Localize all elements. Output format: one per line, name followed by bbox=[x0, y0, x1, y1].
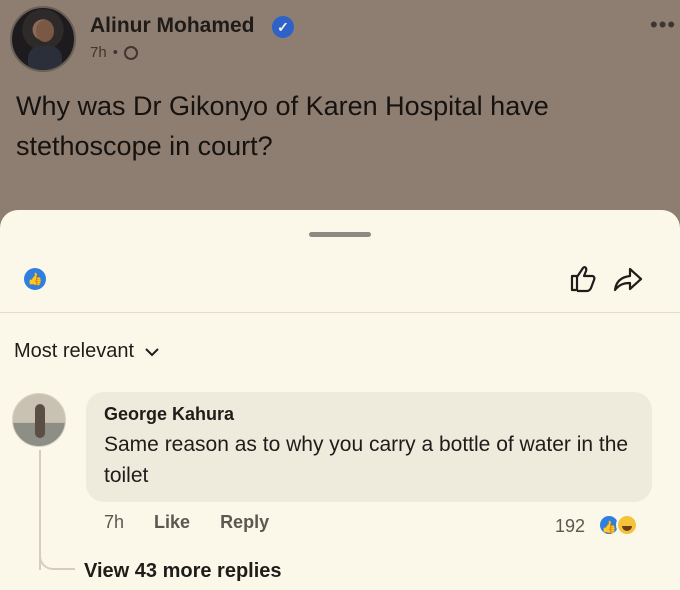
comment-bubble: George Kahura Same reason as to why you … bbox=[86, 392, 652, 502]
comment-time: 7h bbox=[104, 512, 125, 532]
sort-dropdown[interactable]: Most relevant bbox=[14, 340, 160, 363]
thread-connector bbox=[39, 540, 75, 570]
chevron-down-icon bbox=[145, 347, 159, 356]
reply-button[interactable]: Reply bbox=[220, 512, 269, 533]
like-button[interactable]: Like bbox=[154, 512, 190, 533]
avatar-figure bbox=[35, 404, 45, 438]
post-text: Why was Dr Gikonyo of Karen Hospital hav… bbox=[16, 91, 549, 161]
reaction-count[interactable]: 192 bbox=[555, 516, 585, 537]
comments-sheet: 👍 Most relevant George Kahura Same reaso… bbox=[0, 210, 680, 590]
haha-reaction-icon[interactable] bbox=[616, 514, 638, 536]
meta-separator: • bbox=[112, 44, 118, 61]
commenter-name[interactable]: George Kahura bbox=[104, 404, 634, 425]
comment-text: Same reason as to why you carry a bottle… bbox=[104, 433, 629, 487]
post-author-name[interactable]: Alinur Mohamed bbox=[90, 14, 255, 38]
globe-icon bbox=[123, 45, 138, 60]
thumbs-up-icon[interactable] bbox=[568, 262, 600, 294]
share-arrow-icon[interactable] bbox=[612, 264, 644, 294]
sheet-drag-handle[interactable] bbox=[309, 232, 371, 237]
post-header: Alinur Mohamed ✓ 7h • ••• bbox=[10, 4, 675, 74]
commenter-avatar[interactable] bbox=[12, 393, 66, 447]
view-more-replies-link[interactable]: View 43 more replies bbox=[84, 560, 282, 583]
post-meta: 7h • bbox=[90, 44, 138, 61]
avatar-face bbox=[36, 20, 54, 42]
like-reaction-icon[interactable]: 👍 bbox=[24, 268, 46, 290]
verified-badge-icon: ✓ bbox=[272, 16, 294, 38]
ellipsis-icon[interactable]: ••• bbox=[650, 12, 676, 38]
post-background: Alinur Mohamed ✓ 7h • ••• Why was Dr Gik… bbox=[0, 0, 680, 220]
avatar-shirt bbox=[28, 46, 62, 70]
comment-actions: 7h Like Reply bbox=[104, 512, 269, 533]
post-time: 7h bbox=[90, 44, 107, 61]
sort-label: Most relevant bbox=[14, 340, 135, 362]
author-avatar[interactable] bbox=[10, 6, 76, 72]
divider bbox=[0, 312, 680, 313]
